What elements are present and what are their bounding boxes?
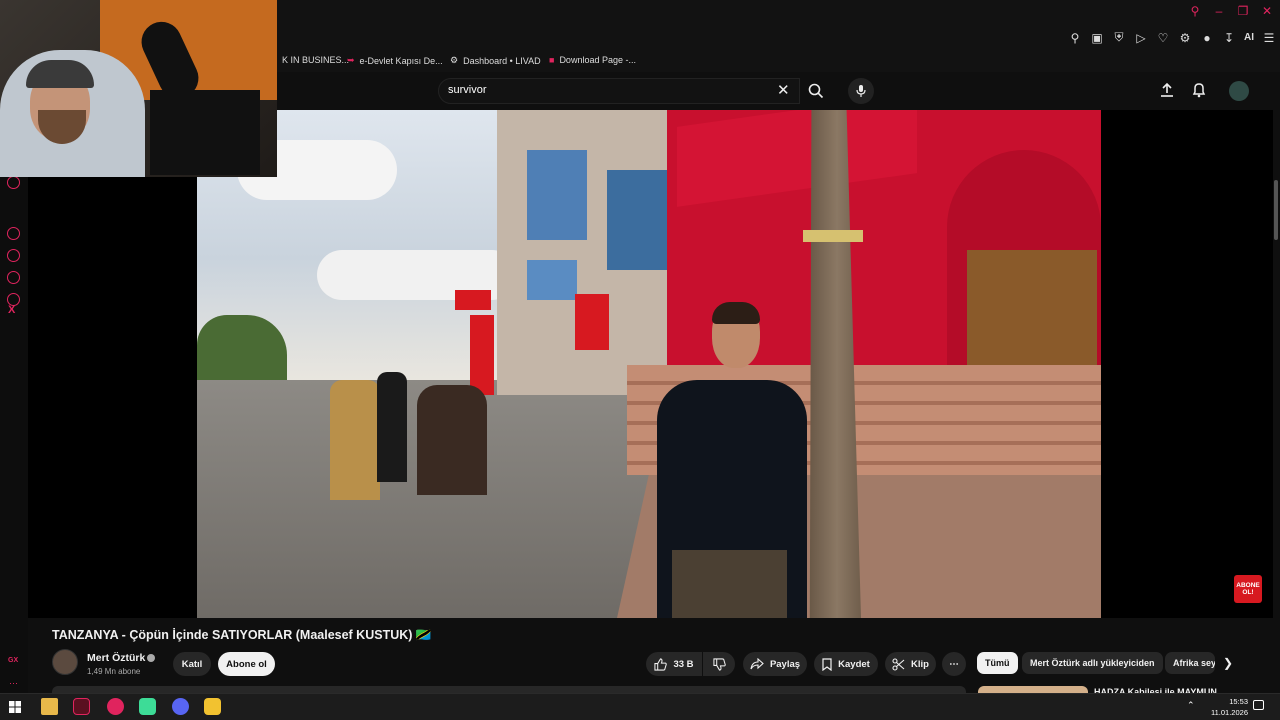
chevron-right-icon[interactable]: ❯	[1223, 656, 1233, 670]
webcam-overlay	[0, 0, 277, 177]
play-icon[interactable]: ▷	[1134, 31, 1148, 45]
voice-search-button[interactable]	[848, 78, 874, 104]
windows-start-icon[interactable]	[9, 700, 21, 718]
video-scene-window	[527, 150, 587, 240]
bell-icon	[1192, 83, 1206, 98]
shield-icon[interactable]: ⛨	[1112, 30, 1126, 45]
maximize-icon[interactable]: ❐	[1236, 4, 1250, 18]
notification-center-icon[interactable]	[1253, 700, 1264, 710]
history-icon[interactable]	[7, 249, 20, 262]
screenshot-icon[interactable]: ▣	[1090, 31, 1104, 45]
notifications-button[interactable]	[1191, 82, 1207, 103]
scrollbar-thumb[interactable]	[1274, 180, 1278, 240]
video-player[interactable]	[28, 110, 1273, 618]
like-button[interactable]: 33 B	[646, 652, 702, 676]
upload-button[interactable]	[1159, 82, 1175, 103]
subscriber-count: 1,49 Mn abone	[87, 667, 141, 676]
bookmark-item[interactable]: ■ Download Page -...	[549, 55, 636, 65]
webcam-monitor	[150, 90, 260, 175]
taskbar-app-icon[interactable]	[107, 698, 124, 715]
clear-search-icon[interactable]: ✕	[777, 81, 790, 99]
share-button[interactable]: Paylaş	[743, 652, 807, 676]
thumbs-up-icon	[654, 657, 668, 671]
menu-icon[interactable]: ☰	[1262, 31, 1276, 45]
search-icon	[808, 83, 824, 99]
download-icon[interactable]: ↧	[1222, 31, 1236, 45]
chevron-up-icon[interactable]: ⌃	[1187, 700, 1195, 711]
dislike-button[interactable]	[703, 652, 735, 676]
microphone-icon	[856, 85, 866, 97]
opera-gx-icon[interactable]	[73, 698, 90, 715]
browser-toolbar: ⚲ ▣ ⛨ ▷ ♡ ⚙ ● ↧ AI ☰	[1068, 30, 1276, 45]
extensions-icon[interactable]: ⚙	[1178, 31, 1192, 45]
video-scene-motorcycle	[417, 385, 487, 495]
video-scene-trunk-band	[803, 230, 863, 242]
video-scene-pedestrian	[377, 372, 407, 482]
edevlet-icon: ➥	[347, 55, 355, 65]
dashboard-icon: ⚙	[450, 55, 459, 65]
video-frame[interactable]	[197, 110, 1101, 618]
search-icon[interactable]: ⚲	[1188, 4, 1202, 18]
channel-avatar[interactable]	[52, 649, 78, 675]
video-scene-presenter-hair	[712, 302, 760, 324]
download-page-icon: ■	[549, 55, 555, 65]
close-icon[interactable]: ✕	[1260, 4, 1274, 18]
account-avatar[interactable]	[1229, 81, 1249, 101]
bookmark-item[interactable]: ➥ e-Devlet Kapısı De...	[347, 55, 443, 66]
taskbar-app-icon[interactable]	[139, 698, 156, 715]
bookmark-item[interactable]: ⚙ Dashboard • LIVAD	[450, 55, 541, 66]
pin-icon[interactable]: ⚲	[1068, 31, 1082, 45]
chip-uploader[interactable]: Mert Öztürk adlı yükleyiciden	[1022, 652, 1163, 674]
clip-button[interactable]: Klip	[885, 652, 936, 676]
minimize-icon[interactable]: –	[1212, 4, 1226, 18]
scissors-icon	[892, 657, 905, 671]
sidebar-circle-icon[interactable]	[7, 227, 20, 240]
join-button[interactable]: Katıl	[173, 652, 211, 676]
video-scene-trees	[197, 315, 287, 385]
sidebar-app-icon[interactable]	[7, 176, 20, 189]
chip-africa[interactable]: Afrika sey	[1165, 652, 1215, 674]
video-scene-uba-sign	[575, 294, 609, 350]
windows-taskbar	[0, 693, 1280, 720]
video-scene-presenter-legs	[672, 550, 787, 618]
discord-icon[interactable]	[172, 698, 189, 715]
video-title: TANZANYA - Çöpün İçinde SATIYORLAR (Maal…	[52, 628, 432, 642]
upload-icon	[1161, 82, 1173, 97]
more-icon: ⋯	[949, 658, 959, 670]
window-controls: ⚲ – ❐ ✕	[1188, 4, 1274, 18]
video-scene-window	[527, 260, 577, 300]
video-scene-pedestrian	[330, 380, 380, 500]
gx-icon[interactable]: GX	[8, 657, 18, 664]
video-scene-bank-door	[967, 250, 1097, 370]
verified-icon	[147, 654, 155, 662]
save-button[interactable]: Kaydet	[814, 652, 878, 676]
channel-name[interactable]: Mert Öztürk	[87, 652, 145, 664]
profile-icon[interactable]: ●	[1200, 31, 1214, 45]
clock-time[interactable]: 15:53	[1210, 697, 1248, 706]
webcam-cap	[26, 60, 94, 88]
search-button[interactable]	[800, 78, 832, 104]
taskbar-app-icon[interactable]	[204, 698, 221, 715]
heart-icon[interactable]: ♡	[1156, 31, 1170, 45]
ai-button[interactable]: AI	[1244, 32, 1254, 43]
chip-all[interactable]: Tümü	[977, 652, 1018, 674]
video-scene-atm-sign	[470, 315, 494, 395]
video-scene-window	[607, 170, 667, 270]
browser-sidebar: X	[0, 110, 28, 700]
subscribe-overlay-badge[interactable]: ABONE OL!	[1234, 575, 1262, 603]
bookmark-icon	[822, 657, 832, 671]
thumbs-down-icon	[712, 657, 726, 671]
search-input[interactable]	[438, 78, 800, 104]
share-icon	[750, 658, 764, 670]
video-scene-uba-sign	[455, 290, 491, 310]
settings-icon[interactable]	[7, 293, 20, 306]
search-query[interactable]: survivor	[448, 84, 487, 96]
bookmark-item[interactable]: K IN BUSINES...	[282, 55, 349, 65]
clock-date[interactable]: 11.01.2026	[1200, 708, 1248, 717]
player-icon[interactable]	[7, 271, 20, 284]
file-explorer-icon[interactable]	[41, 698, 58, 715]
subscribe-button[interactable]: Abone ol	[218, 652, 275, 676]
more-actions-button[interactable]: ⋯	[942, 652, 966, 676]
more-icon[interactable]: ⋯	[9, 678, 18, 689]
